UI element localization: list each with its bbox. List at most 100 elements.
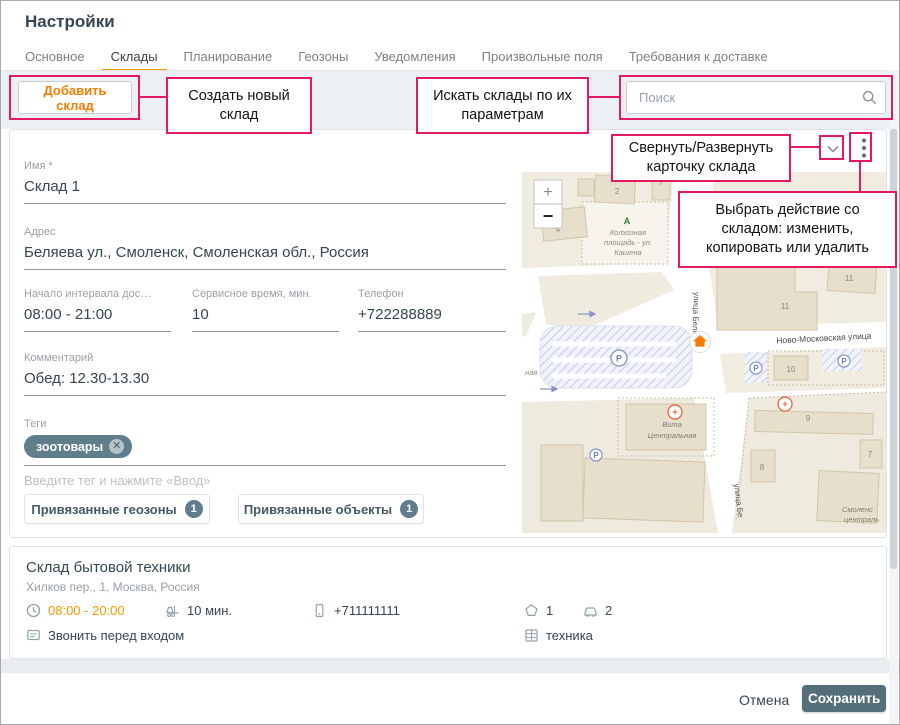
- svg-text:Смоленс: Смоленс: [842, 505, 873, 514]
- field-comment: Комментарий Обед: 12.30-13.30: [24, 352, 506, 396]
- field-address-label: Адрес: [24, 226, 506, 238]
- svg-text:2: 2: [615, 187, 620, 196]
- field-underline: [24, 203, 506, 204]
- tag-remove-icon[interactable]: ✕: [109, 439, 124, 454]
- field-phone: Телефон +722288889: [358, 288, 506, 332]
- map-zoom-controls: + −: [534, 180, 562, 228]
- svg-text:8: 8: [760, 463, 765, 472]
- service-time-value: 10 мин.: [187, 603, 232, 618]
- svg-text:11: 11: [781, 302, 790, 311]
- tab-delivery-requirements[interactable]: Требования к доставке: [629, 49, 768, 64]
- field-comment-input[interactable]: Обед: 12.30-13.30: [24, 370, 506, 392]
- phone-value: +711111111: [334, 603, 400, 618]
- callout-card-actions: Выбрать действие со складом: изменить, к…: [678, 191, 897, 268]
- linked-geofences-count: 1: [185, 500, 203, 518]
- street-fragment-left: ная: [525, 368, 537, 377]
- section-divider: [1, 659, 899, 673]
- settings-window: Настройки Основное Склады Планирование Г…: [0, 0, 900, 725]
- field-underline: [24, 331, 171, 332]
- cancel-button[interactable]: Отмена: [729, 688, 799, 712]
- field-interval-label: Начало интервала дос…: [24, 288, 171, 300]
- warehouse-title: Склад бытовой техники: [26, 559, 191, 576]
- comment-icon: [26, 628, 41, 643]
- svg-text:площадь - ул.: площадь - ул.: [604, 238, 652, 247]
- field-service-time-label: Сервисное время, мин.: [192, 288, 339, 300]
- linked-objects-count: 1: [400, 500, 418, 518]
- linked-objects-label: Привязанные объекты: [244, 502, 392, 517]
- working-hours-value: 08:00 - 20:00: [48, 603, 125, 618]
- save-button[interactable]: Сохранить: [802, 685, 886, 712]
- svg-text:+: +: [672, 408, 678, 419]
- svg-text:Центральная: Центральная: [648, 431, 697, 440]
- tag-chip-label: зоотовары: [36, 440, 103, 454]
- field-tags: Теги зоотовары ✕ Введите тег и нажмите «…: [24, 418, 506, 488]
- page-title: Настройки: [25, 12, 115, 32]
- warehouse-comment: Звонить перед входом: [26, 628, 184, 643]
- callout-collapse-card: Свернуть/Развернуть карточку склада: [611, 134, 791, 182]
- geofence-icon: [524, 603, 539, 618]
- map-zoom-out-button[interactable]: −: [534, 204, 562, 228]
- map-zoom-in-button[interactable]: +: [534, 180, 562, 204]
- field-service-time-input[interactable]: 10: [192, 306, 339, 328]
- annotation-box-collapse: [819, 135, 844, 160]
- svg-text:9: 9: [806, 414, 811, 423]
- annotation-connector: [859, 162, 861, 191]
- warehouse-vehicles: 2: [583, 603, 612, 618]
- warehouse-summary-card[interactable]: Склад бытовой техники Хилков пер., 1, Мо…: [9, 546, 887, 659]
- tab-notifications[interactable]: Уведомления: [374, 49, 455, 64]
- field-comment-label: Комментарий: [24, 352, 506, 364]
- svg-text:P: P: [753, 364, 759, 373]
- warehouse-service-time: 10 мин.: [165, 603, 232, 618]
- warehouse-map-marker[interactable]: [690, 332, 711, 353]
- field-address-input[interactable]: Беляева ул., Смоленск, Смоленская обл., …: [24, 244, 506, 266]
- field-phone-label: Телефон: [358, 288, 506, 300]
- field-underline: [358, 331, 506, 332]
- vehicles-count: 2: [605, 603, 612, 618]
- tab-warehouses[interactable]: Склады: [111, 49, 158, 64]
- tab-geofences[interactable]: Геозоны: [298, 49, 348, 64]
- callout-create-warehouse: Создать новый склад: [166, 77, 312, 134]
- svg-text:P: P: [593, 451, 599, 460]
- tab-custom-fields[interactable]: Произвольные поля: [482, 49, 603, 64]
- warehouse-tag: техника: [524, 628, 593, 643]
- field-tags-label: Теги: [24, 418, 506, 430]
- tag-chip[interactable]: зоотовары ✕: [24, 435, 132, 458]
- field-underline: [24, 465, 506, 466]
- svg-text:Вита: Вита: [662, 420, 682, 429]
- svg-text:Кашена: Кашена: [614, 248, 641, 257]
- tags-hint: Введите тег и нажмите «Ввод»: [24, 473, 506, 488]
- linked-objects-button[interactable]: Привязанные объекты 1: [238, 494, 424, 524]
- field-name-input[interactable]: Склад 1: [24, 178, 506, 200]
- bus-stop-marker: А: [624, 216, 631, 226]
- geofences-count: 1: [546, 603, 553, 618]
- annotation-box-kebab: [849, 132, 872, 162]
- annotation-connector: [140, 96, 166, 98]
- comment-value: Звонить перед входом: [48, 628, 184, 643]
- annotation-connector: [791, 146, 819, 148]
- svg-text:централь: централь: [844, 515, 879, 524]
- svg-text:+: +: [782, 400, 788, 411]
- warehouse-geofences: 1: [524, 603, 553, 618]
- field-underline: [192, 331, 339, 332]
- svg-text:−: −: [543, 206, 554, 226]
- tab-main[interactable]: Основное: [25, 49, 85, 64]
- warehouse-working-hours: 08:00 - 20:00: [26, 603, 125, 618]
- phone-icon: [312, 603, 327, 618]
- clock-icon: [26, 603, 41, 618]
- warehouse-address: Хилков пер., 1, Москва, Россия: [26, 580, 200, 594]
- tabs-bar: Основное Склады Планирование Геозоны Уве…: [1, 43, 899, 70]
- field-address: Адрес Беляева ул., Смоленск, Смоленская …: [24, 226, 506, 270]
- field-underline: [24, 269, 506, 270]
- field-interval: Начало интервала дос… 08:00 - 21:00: [24, 288, 171, 332]
- svg-text:P: P: [616, 354, 622, 364]
- svg-text:+: +: [543, 184, 552, 201]
- tag-value: техника: [546, 628, 593, 643]
- field-interval-input[interactable]: 08:00 - 21:00: [24, 306, 171, 328]
- field-phone-input[interactable]: +722288889: [358, 306, 506, 328]
- tab-planning[interactable]: Планирование: [184, 49, 273, 64]
- car-icon: [583, 603, 598, 618]
- tag-grid-icon: [524, 628, 539, 643]
- annotation-connector: [589, 96, 619, 98]
- linked-geofences-button[interactable]: Привязанные геозоны 1: [24, 494, 210, 524]
- linked-geofences-label: Привязанные геозоны: [31, 502, 176, 517]
